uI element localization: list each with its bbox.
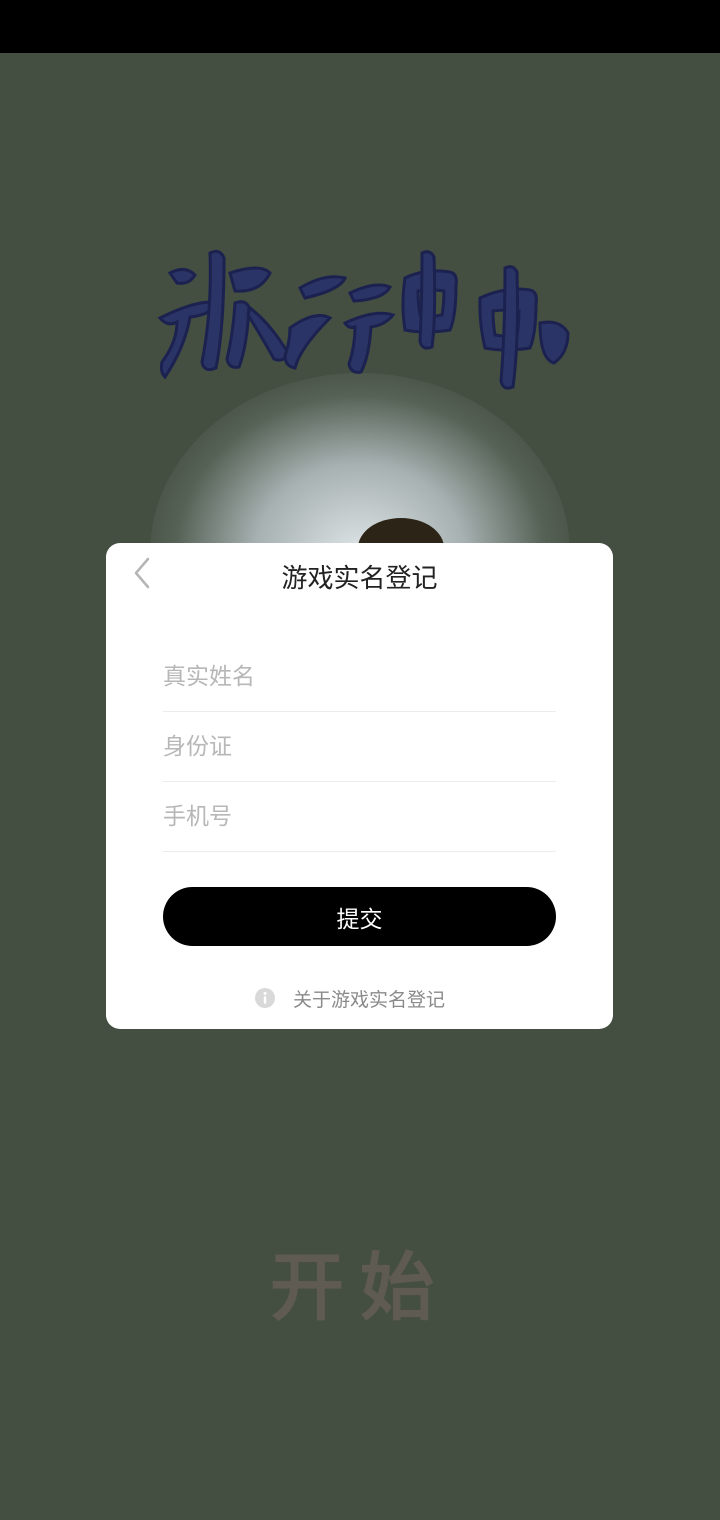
- id-card-input[interactable]: [163, 713, 556, 781]
- start-label[interactable]: 开始: [230, 1233, 490, 1343]
- id-card-field: [163, 713, 556, 782]
- info-icon: [255, 988, 275, 1008]
- realname-registration-dialog: 游戏实名登记 提交 关于游戏实名登记: [106, 543, 613, 1029]
- game-logo: [150, 233, 580, 408]
- about-realname-label: 关于游戏实名登记: [293, 988, 446, 1011]
- phone-input[interactable]: [163, 783, 556, 851]
- phone-field: [163, 783, 556, 852]
- real-name-input[interactable]: [163, 643, 556, 711]
- status-bar: [0, 0, 720, 53]
- submit-button[interactable]: 提交: [163, 887, 556, 946]
- about-realname-link[interactable]: 关于游戏实名登记: [255, 983, 445, 1013]
- game-logo-artwork: [157, 249, 570, 390]
- dialog-title: 游戏实名登记: [281, 564, 438, 594]
- real-name-field: [163, 643, 556, 712]
